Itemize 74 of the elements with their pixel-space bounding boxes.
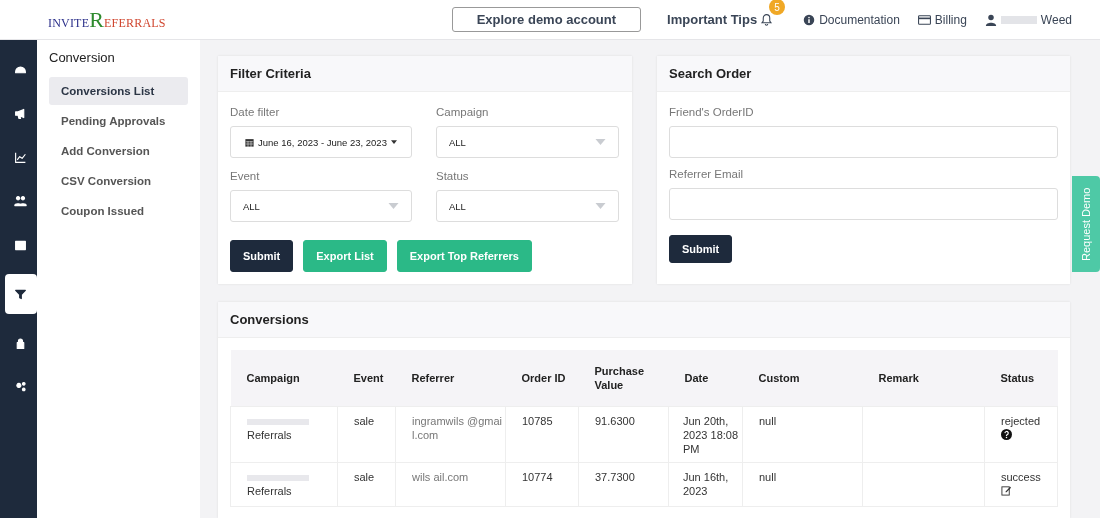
- table-cell-text: 37.7300: [595, 471, 636, 485]
- submit-button[interactable]: Submit: [230, 240, 294, 272]
- table-cell-text: 91.6300: [595, 415, 636, 429]
- column-header: Campaign: [230, 350, 338, 407]
- field-label: Status: [436, 170, 470, 182]
- caret-icon: [390, 140, 397, 144]
- list-icon: [14, 238, 27, 252]
- field-label: Event: [230, 170, 261, 182]
- input-field[interactable]: [669, 126, 1058, 158]
- select-dropdown[interactable]: ALL: [436, 190, 619, 222]
- sidebar-item[interactable]: Conversions List: [49, 77, 188, 105]
- lock-icon: [14, 336, 27, 350]
- column-header: Remark: [862, 350, 985, 407]
- explore-demo-button[interactable]: Explore demo account: [451, 7, 642, 32]
- notification-badge: 5: [769, 0, 786, 15]
- user-icon: [984, 13, 997, 26]
- user-menu[interactable]: Weed: [984, 12, 1072, 27]
- sidebar-item[interactable]: CSV Conversion: [49, 167, 188, 195]
- sidebar-item[interactable]: Coupon Issued: [49, 197, 188, 225]
- table-cell: ingramwils @gmail.com: [412, 415, 503, 443]
- column-header: Purchase Value: [578, 350, 669, 407]
- bell-icon: [760, 13, 774, 26]
- caret-icon: [595, 139, 606, 145]
- chart-icon: [14, 150, 27, 164]
- caret-icon: [388, 203, 399, 209]
- table-cell-text: 10774: [522, 471, 554, 485]
- header-link[interactable]: Billing: [917, 12, 967, 27]
- table-cell-text: Referrals: [247, 485, 293, 499]
- field-label: Referrer Email: [669, 168, 745, 180]
- table-cell-text: null: [759, 471, 778, 485]
- column-header: Order ID: [505, 350, 579, 407]
- nav-icon-button[interactable]: [4, 274, 37, 314]
- select-dropdown[interactable]: ALL: [230, 190, 412, 222]
- input-field[interactable]: [669, 188, 1058, 220]
- field-label: Friend's OrderID: [669, 106, 755, 118]
- logo[interactable]: INVITEREFERRALS: [48, 6, 166, 33]
- card-title: Filter Criteria: [218, 56, 632, 92]
- column-header: Custom: [742, 350, 863, 407]
- credit-card-icon: [917, 14, 931, 25]
- table-cell-text: 10785: [522, 415, 554, 429]
- help-icon[interactable]: [1001, 428, 1012, 440]
- megaphone-icon: [14, 106, 27, 120]
- filter-icon: [14, 287, 27, 301]
- table-cell-text: Jun 16th, 2023: [683, 471, 730, 499]
- status-text: rejected: [1001, 415, 1042, 429]
- redacted-text: [1000, 15, 1037, 24]
- date-range-picker[interactable]: June 16, 2023 - June 23, 2023: [230, 126, 412, 158]
- column-header: Event: [337, 350, 396, 407]
- header-link[interactable]: Documentation: [803, 12, 900, 27]
- info-icon: [803, 13, 816, 26]
- select-dropdown[interactable]: ALL: [436, 126, 619, 158]
- card-title: Conversions: [218, 302, 1070, 338]
- table-cell: Jun 20th, 2023 18:08 PM: [683, 415, 740, 457]
- sidebar-title: Conversion: [49, 50, 116, 65]
- field-label: Campaign: [436, 106, 490, 118]
- sidebar-item[interactable]: Pending Approvals: [49, 107, 188, 135]
- column-header: Referrer: [395, 350, 506, 407]
- status-text: success: [1001, 471, 1042, 485]
- card-title: Search Order: [657, 56, 1070, 92]
- important-tips-link[interactable]: Important Tips: [667, 12, 774, 27]
- field-label: Date filter: [230, 106, 281, 118]
- calendar-icon: [245, 137, 255, 147]
- caret-icon: [595, 203, 606, 209]
- table-cell-text: wils ail.com: [412, 471, 470, 485]
- column-header: Status: [984, 350, 1058, 407]
- table-cell-text: sale: [354, 471, 376, 485]
- column-header: Date: [668, 350, 743, 407]
- edit-icon[interactable]: [1001, 485, 1012, 496]
- table-cell-text: null: [759, 415, 778, 429]
- users-icon: [14, 194, 27, 208]
- sidebar-item[interactable]: Add Conversion: [49, 137, 188, 165]
- submit-button[interactable]: Submit: [669, 235, 733, 263]
- table-cell-text: Referrals: [247, 429, 293, 443]
- table-cell-text: sale: [354, 415, 376, 429]
